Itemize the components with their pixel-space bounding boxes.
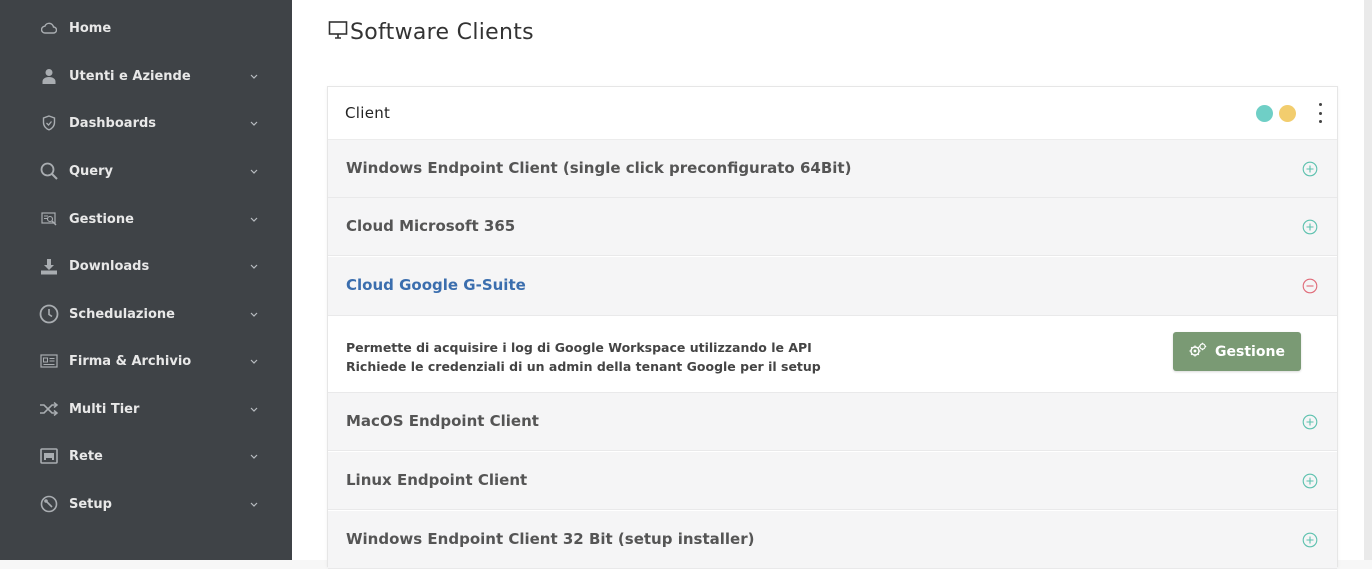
more-options-icon[interactable]: [1316, 103, 1324, 123]
clock-icon: [39, 304, 59, 324]
cogs-icon: [1189, 342, 1207, 362]
page-title: Software Clients: [328, 16, 534, 48]
description-line: Richiede le credenziali di un admin dell…: [346, 359, 821, 374]
sidebar-item-rete[interactable]: Rete: [0, 436, 292, 476]
sidebar-item-firma-archivio[interactable]: Firma & Archivio: [0, 341, 292, 381]
card-title: Client: [345, 104, 391, 122]
accordion-title: Windows Endpoint Client (single click pr…: [346, 159, 852, 177]
clients-card: Client Windows Endpoint Client (single c…: [327, 86, 1338, 569]
zoom-report-icon: [39, 209, 59, 229]
sidebar-item-label: Gestione: [69, 211, 134, 227]
shuffle-icon: [39, 399, 59, 419]
download-icon: [39, 256, 59, 276]
shield-icon: [39, 113, 59, 133]
network-port-icon: [39, 446, 59, 466]
accordion-title: Linux Endpoint Client: [346, 471, 528, 489]
description-line: Permette di acquisire i log di Google Wo…: [346, 340, 812, 355]
sidebar-item-label: Multi Tier: [69, 401, 140, 417]
chevron-down-icon: [248, 260, 260, 272]
accordion-title: Windows Endpoint Client 32 Bit (setup in…: [346, 530, 755, 548]
chevron-down-icon: [248, 355, 260, 367]
sidebar-item-label: Downloads: [69, 258, 150, 274]
yellow-dot-button[interactable]: [1279, 105, 1296, 122]
sidebar: Home Utenti e Aziende Dashboards Query G…: [0, 0, 292, 560]
gestione-button[interactable]: Gestione: [1173, 332, 1301, 371]
accordion-row-linux[interactable]: Linux Endpoint Client: [328, 452, 1337, 510]
accordion-row-google-gsuite[interactable]: Cloud Google G-Suite: [328, 257, 1337, 316]
sidebar-item-label: Utenti e Aziende: [69, 68, 191, 84]
plus-circle-icon[interactable]: [1302, 414, 1318, 430]
accordion-row-microsoft-365[interactable]: Cloud Microsoft 365: [328, 198, 1337, 256]
sidebar-item-schedulazione[interactable]: Schedulazione: [0, 294, 292, 334]
sidebar-item-dashboards[interactable]: Dashboards: [0, 103, 292, 143]
gestione-button-label: Gestione: [1215, 343, 1285, 360]
teal-dot-button[interactable]: [1256, 105, 1273, 122]
sidebar-item-label: Setup: [69, 496, 112, 512]
accordion-row-windows-32bit[interactable]: Windows Endpoint Client 32 Bit (setup in…: [328, 511, 1337, 569]
cloud-icon: [39, 18, 59, 38]
accordion-row-macos[interactable]: MacOS Endpoint Client: [328, 393, 1337, 451]
plus-circle-icon[interactable]: [1302, 473, 1318, 489]
plus-circle-icon[interactable]: [1302, 161, 1318, 177]
accordion-title: Cloud Microsoft 365: [346, 217, 516, 235]
sidebar-item-label: Dashboards: [69, 115, 157, 131]
accordion-title: Cloud Google G-Suite: [346, 276, 526, 294]
sidebar-item-gestione[interactable]: Gestione: [0, 199, 292, 239]
accordion-body-google-gsuite: Permette di acquisire i log di Google Wo…: [328, 316, 1337, 393]
sidebar-item-label: Firma & Archivio: [69, 353, 192, 369]
sidebar-item-downloads[interactable]: Downloads: [0, 246, 292, 286]
setup-icon: [39, 494, 59, 514]
archive-icon: [39, 351, 59, 371]
chevron-down-icon: [248, 403, 260, 415]
chevron-down-icon: [248, 213, 260, 225]
search-icon: [39, 161, 59, 181]
chevron-down-icon: [248, 70, 260, 82]
accordion-title: MacOS Endpoint Client: [346, 412, 539, 430]
card-header: Client: [328, 87, 1337, 140]
sidebar-item-label: Home: [69, 20, 112, 36]
sidebar-item-setup[interactable]: Setup: [0, 484, 292, 524]
chevron-down-icon: [248, 450, 260, 462]
sidebar-item-query[interactable]: Query: [0, 151, 292, 191]
chevron-down-icon: [248, 117, 260, 129]
user-icon: [39, 66, 59, 86]
chevron-down-icon: [248, 498, 260, 510]
minus-circle-icon[interactable]: [1302, 278, 1318, 294]
plus-circle-icon[interactable]: [1302, 219, 1318, 235]
sidebar-item-label: Query: [69, 163, 114, 179]
chevron-down-icon: [248, 308, 260, 320]
monitor-icon: [328, 20, 348, 44]
description: Permette di acquisire i log di Google Wo…: [346, 338, 821, 376]
sidebar-item-home[interactable]: Home: [0, 8, 292, 48]
main-content: Software Clients Client Windows Endpoint…: [292, 0, 1372, 569]
plus-circle-icon[interactable]: [1302, 532, 1318, 548]
sidebar-item-utenti-aziende[interactable]: Utenti e Aziende: [0, 56, 292, 96]
sidebar-item-multi-tier[interactable]: Multi Tier: [0, 389, 292, 429]
page-title-text: Software Clients: [350, 19, 534, 45]
sidebar-item-label: Schedulazione: [69, 306, 175, 322]
chevron-down-icon: [248, 165, 260, 177]
sidebar-item-label: Rete: [69, 448, 103, 464]
accordion-row-windows-64bit[interactable]: Windows Endpoint Client (single click pr…: [328, 140, 1337, 198]
scrollbar-track[interactable]: [1364, 0, 1372, 560]
